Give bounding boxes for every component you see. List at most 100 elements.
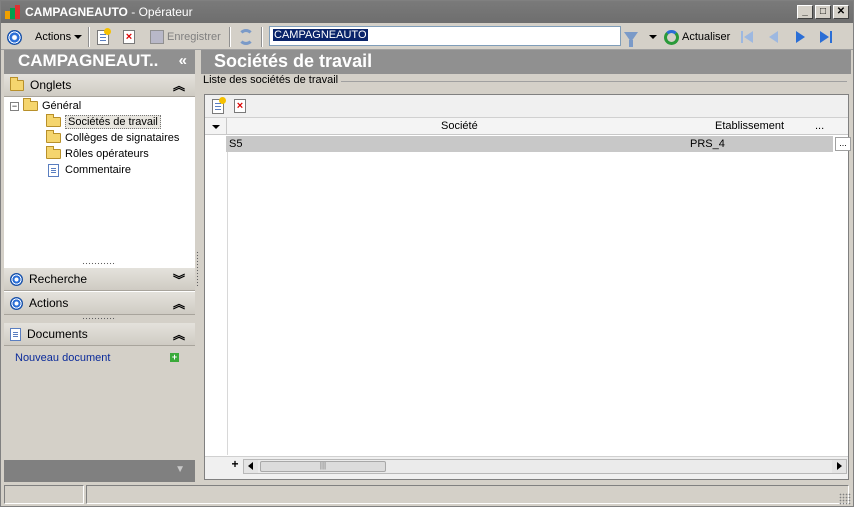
- open-folder-icon: [46, 114, 61, 127]
- document-icon: [10, 327, 21, 341]
- refresh-button[interactable]: Actualiser: [664, 27, 730, 47]
- close-button[interactable]: ✕: [833, 5, 849, 19]
- panel-splitter[interactable]: [196, 251, 199, 286]
- filter-button[interactable]: [624, 27, 638, 47]
- app-logo-icon: [5, 5, 21, 19]
- actions-menu-label: Actions: [35, 31, 72, 43]
- search-input-value[interactable]: CAMPAGNEAUTO: [273, 29, 368, 41]
- window-app-name: CAMPAGNEAUTO: [25, 5, 128, 19]
- circle-target-icon: [7, 29, 22, 45]
- column-header-societe[interactable]: Société: [441, 120, 478, 132]
- folder-icon: [23, 98, 38, 111]
- collapse-panel-button[interactable]: «: [179, 52, 187, 69]
- tree-item-label: Rôles opérateurs: [65, 148, 149, 160]
- section-onglets[interactable]: Onglets ︽: [4, 74, 195, 97]
- scroll-thumb[interactable]: |||: [260, 461, 386, 472]
- delete-button[interactable]: ×: [123, 27, 135, 47]
- grid-divider: [227, 152, 228, 455]
- first-icon: [739, 29, 757, 45]
- tree-item-colleges[interactable]: Collèges de signataires: [46, 130, 179, 146]
- first-record-button[interactable]: [739, 27, 757, 47]
- chevron-up-icon[interactable]: ︽: [173, 295, 185, 312]
- tree-item-label: Commentaire: [65, 164, 132, 176]
- toolbar-separator: [261, 27, 263, 47]
- circle-target-icon: [10, 272, 23, 286]
- scroll-left-icon[interactable]: [244, 460, 258, 473]
- chevron-up-icon[interactable]: ︽: [173, 326, 185, 343]
- maximize-button[interactable]: □: [815, 5, 831, 19]
- list-caption: Liste des sociétés de travail: [203, 74, 339, 86]
- home-button[interactable]: [7, 27, 22, 47]
- save-label: Enregistrer: [167, 31, 221, 43]
- folder-icon: [46, 130, 61, 143]
- section-actions-label: Actions: [29, 296, 69, 310]
- new-document-link[interactable]: Nouveau document: [15, 352, 110, 364]
- grid-header: Société Etablissement ...: [205, 118, 848, 135]
- filter-dropdown[interactable]: [649, 27, 657, 47]
- column-header-more[interactable]: ...: [815, 120, 824, 132]
- column-header-etablissement[interactable]: Etablissement: [715, 120, 784, 132]
- tree-item-roles[interactable]: Rôles opérateurs: [46, 146, 149, 162]
- toolbar-separator: [88, 27, 90, 47]
- title-bar: CAMPAGNEAUTO - Opérateur _ □ ✕: [1, 1, 853, 23]
- window-controls: _ □ ✕: [797, 5, 849, 19]
- column-chooser[interactable]: [205, 118, 227, 135]
- table-row[interactable]: S5 PRS_4 ...: [227, 136, 851, 152]
- chevron-down-icon: [74, 35, 83, 39]
- grid-toolbar: ×: [205, 95, 848, 118]
- actions-menu-button[interactable]: Actions: [35, 27, 83, 47]
- folder-icon: [46, 146, 61, 159]
- chevron-up-icon[interactable]: ︽: [173, 77, 185, 94]
- tree-item-commentaire[interactable]: Commentaire: [48, 162, 131, 178]
- cell-etablissement[interactable]: PRS_4: [690, 138, 725, 150]
- add-row-button[interactable]: +: [229, 458, 241, 471]
- previous-icon: [765, 29, 783, 45]
- document-icon: [48, 163, 59, 177]
- previous-record-button[interactable]: [765, 27, 783, 47]
- add-icon[interactable]: +: [170, 353, 179, 362]
- scroll-right-icon[interactable]: [832, 460, 846, 473]
- divider: [341, 81, 847, 82]
- delete-icon: ×: [123, 30, 135, 44]
- last-icon: [817, 29, 835, 45]
- tree-root-label: Général: [42, 100, 82, 112]
- minimize-button[interactable]: _: [797, 5, 813, 19]
- data-grid: × Société Etablissement ... S5 PRS_4 ...…: [204, 94, 851, 480]
- left-panel: CAMPAGNEAUT.. « Onglets ︽ − Général Soci…: [4, 50, 195, 482]
- next-icon: [792, 29, 810, 45]
- status-pane: [4, 485, 84, 504]
- save-button[interactable]: Enregistrer: [150, 27, 221, 47]
- next-record-button[interactable]: [792, 27, 810, 47]
- resize-grip[interactable]: [82, 317, 116, 320]
- horizontal-scrollbar[interactable]: |||: [243, 459, 847, 474]
- row-ellipsis-button[interactable]: ...: [835, 137, 851, 151]
- window-resize-grip[interactable]: [839, 493, 851, 505]
- new-row-icon[interactable]: [212, 97, 226, 114]
- tree-item-label: Sociétés de travail: [65, 115, 161, 129]
- new-button[interactable]: [97, 27, 111, 47]
- refresh-icon: [238, 29, 254, 45]
- sync-button[interactable]: [238, 27, 254, 47]
- section-actions[interactable]: Actions ︽: [4, 292, 195, 315]
- section-documents[interactable]: Documents ︽: [4, 323, 195, 346]
- tree-item-societes[interactable]: Sociétés de travail: [46, 114, 161, 130]
- save-icon: [150, 30, 164, 44]
- reload-icon: [664, 29, 679, 45]
- cell-societe[interactable]: S5: [229, 138, 242, 150]
- tree-root-general[interactable]: − Général: [10, 98, 81, 114]
- folder-icon: [10, 76, 24, 91]
- section-onglets-label: Onglets: [30, 78, 72, 92]
- delete-row-icon[interactable]: ×: [234, 99, 246, 113]
- last-record-button[interactable]: [817, 27, 835, 47]
- row-indicator[interactable]: [205, 136, 227, 152]
- new-document-icon: [97, 27, 111, 45]
- tree-expander[interactable]: −: [10, 101, 19, 111]
- section-recherche-label: Recherche: [29, 272, 88, 286]
- search-field[interactable]: CAMPAGNEAUTO: [269, 26, 621, 46]
- circle-target-icon: [10, 296, 23, 310]
- chevron-down-icon[interactable]: ︾: [173, 271, 185, 288]
- filter-icon: [624, 32, 638, 47]
- section-recherche[interactable]: Recherche ︾: [4, 268, 195, 291]
- chevron-down-icon[interactable]: ▼: [175, 464, 185, 475]
- resize-grip[interactable]: [82, 262, 116, 265]
